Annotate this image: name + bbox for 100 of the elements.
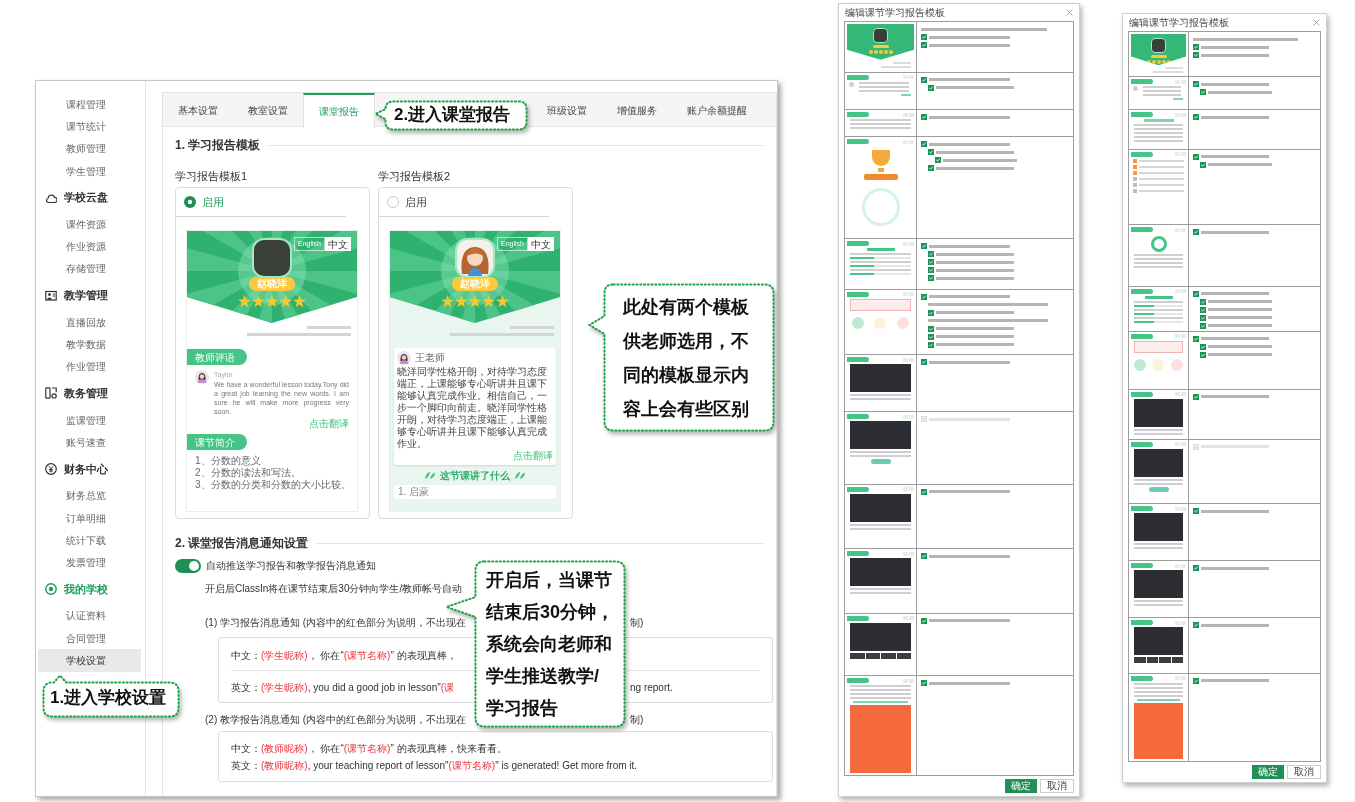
ring-icon [45,583,57,596]
sidebar-item[interactable]: 教学数据 [36,333,145,356]
text-line [1201,509,1269,513]
sidebar-item[interactable]: 课节统计 [36,115,145,138]
sidebar-item[interactable]: 订单明细 [36,506,145,530]
sidebar-item[interactable]: 作业管理 [36,355,145,378]
checkbox[interactable] [928,259,934,266]
tab[interactable]: 基本设置 [163,93,233,127]
checkbox[interactable] [928,341,934,348]
confirm-button[interactable]: 确定 [1005,779,1037,793]
checkbox[interactable] [921,114,927,121]
sidebar-item[interactable]: 统计下载 [36,529,145,552]
cancel-button[interactable]: 取消 [1040,779,1074,793]
sidebar-item[interactable]: 课程管理 [36,93,145,116]
sidebar-item[interactable]: 作业资源 [36,235,145,258]
text-line [1201,337,1269,341]
checkbox[interactable] [1193,114,1199,121]
name-badge: 赵晓洋 [249,277,295,291]
checkbox[interactable] [928,309,934,316]
sidebar-item[interactable]: 学校设置 [38,649,141,672]
checkbox[interactable] [921,243,927,250]
text-line [1201,82,1269,86]
tab[interactable]: 班级设置 [532,93,602,127]
checkbox[interactable] [1193,565,1199,572]
sidebar-group-header[interactable]: 教务管理 [36,377,145,409]
template-label: 学习报告模板2 [378,169,451,183]
checkbox[interactable] [921,293,927,300]
callout: 此处有两个模板供老师选用，不同的模板显示内容上会有些区别 [588,283,775,432]
close-icon[interactable] [1313,19,1320,26]
checkbox[interactable] [1200,322,1206,329]
close-icon[interactable] [1066,9,1073,16]
text-line [1208,324,1272,328]
text-line [510,326,554,329]
toggle-label: 自动推送学习报告和教学报告消息通知 [206,559,376,573]
checkbox[interactable] [921,76,927,83]
checkbox[interactable] [1193,508,1199,515]
checkbox[interactable] [1193,229,1199,236]
language-tab[interactable]: 中文 [528,237,554,251]
checkbox[interactable] [1193,393,1199,400]
list-item: 3、分数的分类和分数的大小比较。 [195,479,351,491]
message-template-text: 中文：(教师昵称)， 你在“(课节名称)” 的表现真棒，快来看看。 [231,743,507,755]
toggle-switch[interactable] [175,559,201,573]
checkbox[interactable] [1193,622,1199,629]
checkbox[interactable] [1200,343,1206,350]
tab[interactable]: 增值服务 [602,93,672,127]
text-line [307,326,351,329]
sidebar-group-header[interactable]: 教学管理 [36,280,145,312]
sidebar-item[interactable]: 直播回放 [36,311,145,334]
checkbox[interactable] [1193,335,1199,342]
sidebar-item[interactable]: 学生管理 [36,159,145,183]
checkbox[interactable] [1200,351,1206,358]
sidebar-item[interactable]: 财务总览 [36,484,145,507]
sidebar-item[interactable]: 教师管理 [36,137,145,160]
checkbox[interactable] [928,275,934,282]
radio-option[interactable]: 启用 [176,188,232,216]
sidebar-item[interactable]: 存储管理 [36,257,145,281]
section-heading: 2. 课堂报告消息通知设置 [175,536,309,550]
checkbox[interactable] [1193,81,1199,88]
checkbox[interactable] [928,325,934,332]
description-text: 开启后ClassIn将在课节结束后30分钟向学生/教师帐号自动 [205,583,463,595]
language-tab[interactable]: 中文 [325,237,351,251]
sidebar-item[interactable]: 课件资源 [36,213,145,236]
sidebar-item[interactable]: 发票管理 [36,551,145,574]
sidebar-item[interactable]: 合同管理 [36,627,145,650]
checkbox[interactable] [1200,161,1206,168]
checkbox[interactable] [1200,314,1206,321]
cancel-button[interactable]: 取消 [1287,765,1321,779]
tab[interactable]: 教室设置 [233,93,303,127]
text-line [1208,316,1272,320]
tab[interactable]: 账户余额提醒 [672,93,762,127]
sidebar-item[interactable]: 认证资料 [36,604,145,628]
checkbox[interactable] [1200,298,1206,305]
section-tag: 课节简介 [187,434,247,450]
checkbox[interactable] [1200,89,1206,96]
checkbox[interactable] [1193,677,1199,684]
checkbox[interactable] [928,333,934,340]
message-template-text: 英文：(教师昵称), your teaching report of lesson"(课节名称)" is generated! Get more from it. [231,760,638,772]
sidebar-group-header[interactable]: 学校云盘 [36,182,145,214]
checkbox[interactable] [1193,153,1199,160]
tab[interactable]: 课堂报告 [303,93,375,128]
checkbox[interactable] [921,617,927,624]
checkbox[interactable] [921,680,927,687]
sidebar-group-header[interactable]: 我的学校 [36,573,145,605]
confirm-button[interactable]: 确定 [1252,765,1284,779]
sidebar-item[interactable]: 账号速查 [36,431,145,454]
author-name: 王老师 [415,352,445,364]
text-line [1201,115,1269,119]
checkbox[interactable] [928,251,934,258]
message-template-text: ng report. [630,682,673,694]
callout: 1.进入学校设置 [42,674,180,718]
checkbox[interactable] [928,267,934,274]
sidebar-item[interactable]: 监课管理 [36,408,145,432]
radio-option[interactable]: 启用 [379,188,435,216]
section-title: 这节课讲了什么 [440,469,510,482]
checkbox[interactable] [921,553,927,560]
screenshot-section-drawing [1130,390,1187,438]
checkbox[interactable] [928,84,934,91]
sidebar-group-header[interactable]: 财务中心 [36,453,145,485]
checkbox[interactable] [1200,306,1206,313]
checkbox[interactable] [1193,290,1199,297]
